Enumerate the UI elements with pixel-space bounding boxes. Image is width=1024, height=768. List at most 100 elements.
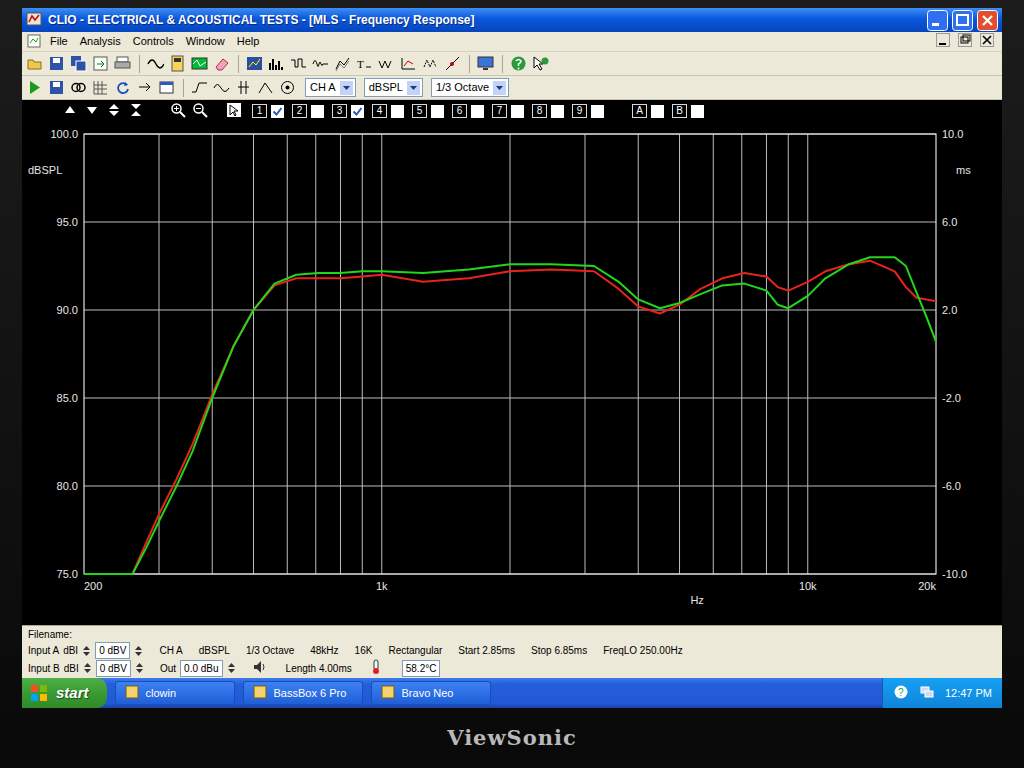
memory-checkbox[interactable] bbox=[551, 105, 564, 118]
minimize-icon[interactable] bbox=[927, 10, 948, 31]
zoom-in-icon[interactable] bbox=[170, 102, 188, 120]
save-icon[interactable] bbox=[48, 79, 66, 97]
memory-label: 4 bbox=[372, 104, 387, 118]
spinner-icon[interactable] bbox=[134, 645, 143, 657]
taskbar-item[interactable]: clowin bbox=[115, 681, 235, 705]
print-icon[interactable] bbox=[114, 55, 132, 73]
menu-item[interactable]: Help bbox=[231, 32, 266, 51]
sync-icon[interactable] bbox=[136, 79, 154, 97]
input-range-field[interactable]: 0 dBV bbox=[95, 642, 130, 659]
memory-checkbox[interactable] bbox=[391, 105, 404, 118]
quality-icon[interactable] bbox=[422, 55, 440, 73]
mdi-restore-icon[interactable] bbox=[958, 33, 976, 51]
refresh-icon[interactable] bbox=[114, 79, 132, 97]
help-tray-icon[interactable]: ? bbox=[893, 684, 911, 702]
dropdown-arrow-icon[interactable] bbox=[493, 81, 506, 95]
network-tray-icon[interactable] bbox=[919, 684, 937, 702]
taskbar-item[interactable]: Bravo Neo bbox=[371, 681, 491, 705]
wow-icon[interactable] bbox=[378, 55, 396, 73]
grid-line bbox=[788, 134, 789, 574]
taskbar-item[interactable]: BassBox 6 Pro bbox=[243, 681, 363, 705]
input-range-field[interactable]: 0 dBV bbox=[96, 660, 131, 677]
multimeter-icon[interactable] bbox=[169, 55, 187, 73]
zoom-out-icon[interactable] bbox=[192, 102, 210, 120]
line-icon[interactable] bbox=[191, 79, 209, 97]
menu-item[interactable]: Window bbox=[180, 32, 231, 51]
compress-icon[interactable] bbox=[128, 102, 146, 120]
memory-checkbox[interactable] bbox=[431, 105, 444, 118]
save-icon[interactable] bbox=[48, 55, 66, 73]
fft-icon[interactable] bbox=[268, 55, 286, 73]
menu-item[interactable]: File bbox=[44, 32, 74, 51]
x-axis-unit: Hz bbox=[690, 594, 703, 606]
memory-checkbox[interactable] bbox=[591, 105, 604, 118]
spinner-icon[interactable] bbox=[82, 645, 91, 657]
scroll-up-icon[interactable] bbox=[62, 102, 80, 120]
overlay-label[interactable]: B bbox=[672, 104, 687, 118]
eraser-icon[interactable] bbox=[213, 55, 231, 73]
slope-icon[interactable] bbox=[257, 79, 275, 97]
menu-item[interactable]: Analysis bbox=[74, 32, 127, 51]
mdi-close-icon[interactable] bbox=[980, 33, 998, 51]
wave-icon[interactable] bbox=[213, 79, 231, 97]
chart-icon[interactable] bbox=[246, 55, 264, 73]
monitor-icon[interactable] bbox=[477, 55, 495, 73]
loop-icon[interactable] bbox=[70, 79, 88, 97]
memory-checkbox[interactable] bbox=[351, 105, 364, 118]
waterfall-icon[interactable] bbox=[334, 55, 352, 73]
grid-line bbox=[212, 134, 213, 574]
menu-item[interactable]: Controls bbox=[127, 32, 180, 51]
help-icon[interactable] bbox=[510, 55, 528, 73]
spinner-icon[interactable] bbox=[227, 662, 236, 674]
scope-icon[interactable] bbox=[191, 55, 209, 73]
start-button[interactable]: start bbox=[22, 678, 107, 708]
memory-checkbox[interactable] bbox=[511, 105, 524, 118]
cursor-box-icon[interactable] bbox=[226, 102, 244, 120]
input-label: Input B bbox=[28, 661, 60, 676]
memory-checkbox[interactable] bbox=[271, 105, 284, 118]
save-all-icon[interactable] bbox=[70, 55, 88, 73]
units-select[interactable]: dBSPL bbox=[364, 78, 423, 97]
output-label: Out bbox=[160, 661, 176, 676]
overlay-checkbox[interactable] bbox=[691, 105, 704, 118]
memory-label: 5 bbox=[412, 104, 427, 118]
window-icon[interactable] bbox=[158, 79, 176, 97]
phase-icon[interactable] bbox=[235, 79, 253, 97]
dropdown-arrow-icon[interactable] bbox=[340, 81, 353, 95]
dropdown-arrow-icon[interactable] bbox=[407, 81, 420, 95]
sine-icon[interactable] bbox=[147, 55, 165, 73]
channel-select[interactable]: CH A bbox=[305, 78, 356, 97]
grid-icon[interactable] bbox=[92, 79, 110, 97]
linearity-icon[interactable] bbox=[444, 55, 462, 73]
chart-toolbar: 123456789AB bbox=[22, 100, 1002, 122]
mls-icon[interactable] bbox=[290, 55, 308, 73]
open-icon[interactable] bbox=[26, 55, 44, 73]
close-icon[interactable] bbox=[977, 10, 998, 31]
output-level-field[interactable]: 0.0 dBu bbox=[180, 660, 222, 677]
context-help-icon[interactable] bbox=[532, 55, 550, 73]
memory-checkbox[interactable] bbox=[311, 105, 324, 118]
spinner-icon[interactable] bbox=[135, 662, 144, 674]
program-icon bbox=[252, 684, 270, 702]
memory-checkbox[interactable] bbox=[471, 105, 484, 118]
smoothing-select[interactable]: 1/3 Octave bbox=[431, 78, 509, 97]
mdi-minimize-icon[interactable] bbox=[936, 33, 954, 51]
spinner-icon[interactable] bbox=[83, 662, 92, 674]
leq-icon[interactable] bbox=[400, 55, 418, 73]
ts-icon[interactable]: T bbox=[356, 55, 374, 73]
play-icon[interactable] bbox=[26, 79, 44, 97]
speaker-icon[interactable] bbox=[252, 659, 270, 677]
export-icon[interactable] bbox=[92, 55, 110, 73]
maximize-icon[interactable] bbox=[952, 10, 973, 31]
overlay-checkbox[interactable] bbox=[651, 105, 664, 118]
units-select-value: dBSPL bbox=[369, 79, 403, 96]
overlay-label[interactable]: A bbox=[632, 104, 647, 118]
scroll-down-icon[interactable] bbox=[84, 102, 102, 120]
expand-icon[interactable] bbox=[106, 102, 124, 120]
memory-slot: 4 bbox=[372, 104, 404, 118]
input-unit: dBI bbox=[63, 643, 78, 658]
setting-status: 48kHz bbox=[310, 643, 338, 658]
sweep-icon[interactable] bbox=[312, 55, 330, 73]
target-icon[interactable] bbox=[279, 79, 297, 97]
y2-tick-label: -2.0 bbox=[942, 392, 961, 404]
